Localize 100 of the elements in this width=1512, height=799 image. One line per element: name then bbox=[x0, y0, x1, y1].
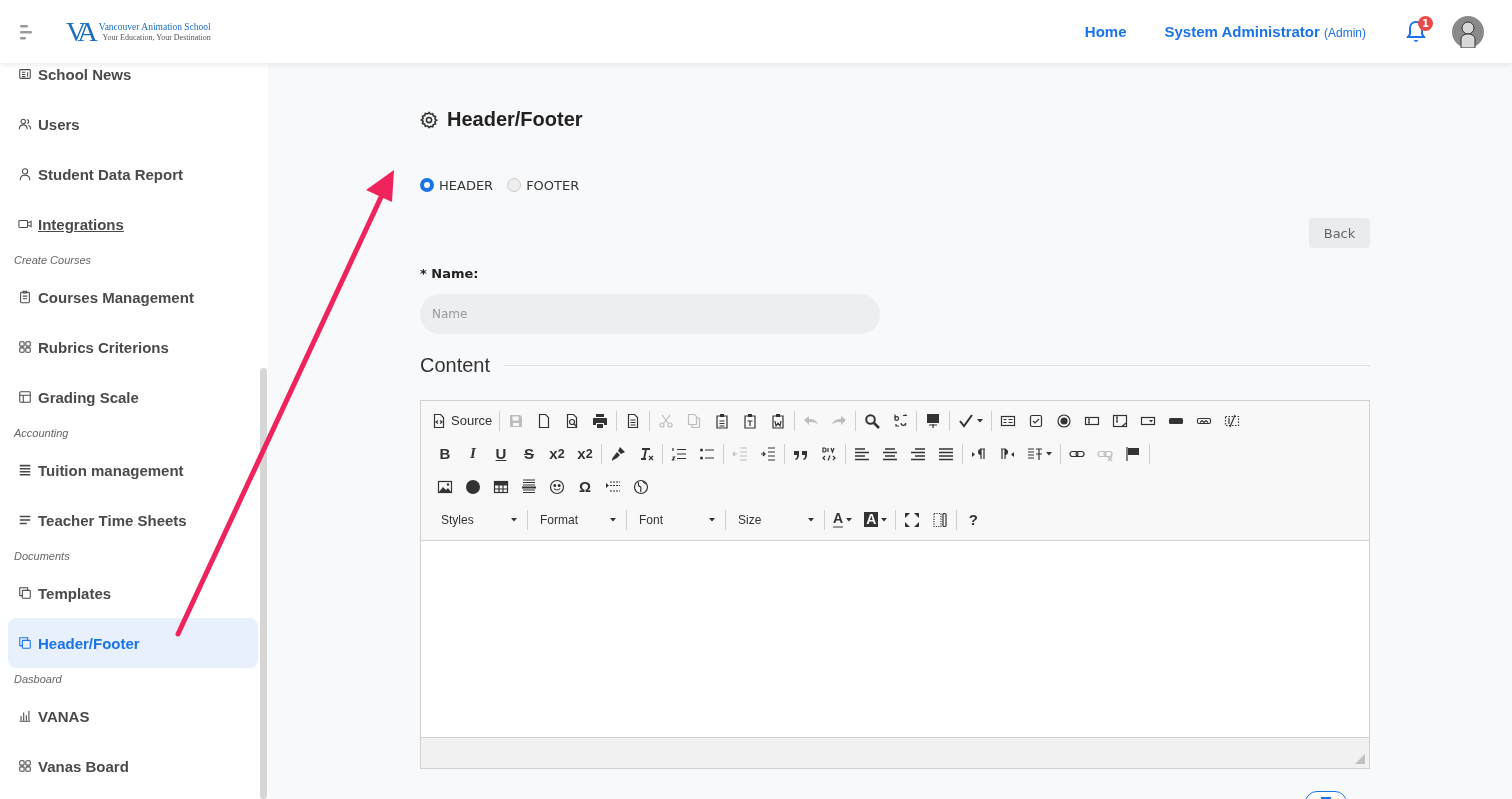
menu-icon[interactable] bbox=[20, 23, 32, 40]
caret-icon bbox=[846, 517, 853, 522]
sidebar-item[interactable]: Header/Footer bbox=[8, 618, 258, 668]
paragraph-left-icon bbox=[999, 445, 1015, 462]
user-menu-link[interactable]: System Administrator (Admin) bbox=[1164, 23, 1366, 40]
background-color-button[interactable]: A bbox=[858, 506, 894, 533]
image-icon bbox=[437, 478, 453, 495]
sidebar-item[interactable]: School News bbox=[8, 63, 258, 99]
name-field[interactable]: Name bbox=[420, 294, 880, 334]
logo-name: Vancouver Animation School bbox=[98, 21, 211, 33]
align-left-icon bbox=[854, 445, 870, 462]
language-icon bbox=[1027, 445, 1043, 462]
back-button[interactable]: Back bbox=[1309, 218, 1370, 248]
lines-icon bbox=[18, 513, 32, 527]
caret-icon bbox=[1046, 451, 1052, 456]
field-label: * Name: bbox=[420, 266, 480, 281]
dropdown[interactable]: Format bbox=[530, 506, 624, 533]
caret-icon bbox=[808, 517, 814, 522]
checkbox-icon bbox=[1028, 412, 1045, 429]
sidebar-item[interactable]: Teacher Time Sheets bbox=[8, 495, 258, 545]
grid-icon bbox=[18, 340, 32, 354]
sidebar-item[interactable]: Grading Scale bbox=[8, 372, 258, 422]
page-title: Header/Footer bbox=[447, 108, 583, 131]
dropdown[interactable]: Size bbox=[728, 506, 822, 533]
search-icon bbox=[864, 412, 881, 429]
align-center-icon bbox=[882, 445, 898, 462]
table-icon bbox=[493, 478, 509, 495]
horizontal-rule-icon bbox=[521, 478, 537, 495]
maximize-icon bbox=[904, 511, 921, 528]
justify-icon bbox=[938, 445, 954, 462]
text-color-button[interactable]: A bbox=[827, 506, 859, 533]
format-button[interactable]: ? bbox=[959, 506, 988, 533]
sidebar-item[interactable]: Users bbox=[8, 99, 258, 149]
radio-option[interactable]: HEADER bbox=[420, 177, 494, 193]
clipboard-word-icon bbox=[770, 412, 787, 429]
caret-icon bbox=[977, 418, 984, 423]
section-heading: Content bbox=[420, 353, 491, 377]
page-break-icon bbox=[605, 478, 621, 495]
stacked-lines-icon bbox=[18, 463, 32, 477]
format-button[interactable]: I bbox=[459, 440, 487, 467]
format-button[interactable]: Ω bbox=[571, 473, 599, 500]
caret-icon bbox=[709, 517, 715, 522]
copy-pages-icon bbox=[18, 636, 32, 650]
div-block-icon bbox=[821, 445, 837, 462]
resize-grip-icon[interactable] bbox=[1355, 754, 1365, 764]
avatar[interactable] bbox=[1452, 15, 1484, 48]
paintbrush-icon bbox=[610, 445, 626, 462]
printer-icon bbox=[592, 412, 609, 429]
source-button[interactable]: Source bbox=[431, 407, 498, 434]
sidebar-item[interactable]: Tuition management bbox=[8, 445, 258, 495]
settings-icon bbox=[420, 110, 438, 129]
indent-icon bbox=[760, 445, 776, 462]
sidebar-item[interactable]: Student Data Report bbox=[8, 149, 258, 199]
flag-icon bbox=[1125, 445, 1141, 462]
bar-chart-icon bbox=[18, 709, 32, 723]
sidebar-item[interactable]: VANAS bbox=[8, 691, 258, 741]
video-camera-icon bbox=[18, 217, 32, 231]
caret-icon bbox=[610, 517, 616, 522]
sidebar-item[interactable]: Rubrics Criterions bbox=[8, 322, 258, 372]
sidebar-item[interactable]: Vanas Board bbox=[8, 741, 258, 791]
newspaper-icon bbox=[18, 67, 32, 81]
globe-icon bbox=[633, 478, 649, 495]
numbered-list-icon bbox=[671, 445, 687, 462]
clipboard-icon bbox=[714, 412, 731, 429]
sidebar-item[interactable]: Templates bbox=[8, 568, 258, 618]
home-link[interactable]: Home bbox=[1084, 23, 1127, 40]
sidebar-item[interactable]: Courses Management bbox=[8, 272, 258, 322]
show-blocks-icon bbox=[932, 511, 949, 528]
caret-icon bbox=[881, 517, 888, 522]
copy-icon bbox=[686, 412, 703, 429]
notification-badge: 1 bbox=[1418, 15, 1433, 31]
clipboard-list-icon bbox=[18, 290, 32, 304]
align-right-icon bbox=[910, 445, 926, 462]
outdent-icon bbox=[732, 445, 748, 462]
textarea-icon bbox=[1112, 412, 1129, 429]
layout-icon bbox=[18, 390, 32, 404]
section-label: Create Courses bbox=[13, 253, 93, 268]
format-button[interactable]: B bbox=[431, 440, 459, 467]
sidebar-item[interactable]: Integrations bbox=[8, 199, 258, 249]
section-label: Dasboard bbox=[13, 672, 63, 687]
dropdown[interactable]: Styles bbox=[431, 506, 525, 533]
clipboard-text-icon bbox=[742, 412, 759, 429]
users-icon bbox=[18, 117, 32, 131]
dropdown[interactable]: Font bbox=[629, 506, 723, 533]
remove-format-icon bbox=[638, 445, 654, 462]
format-button[interactable]: U bbox=[487, 440, 515, 467]
scissors-icon bbox=[658, 412, 675, 429]
section-label: Documents bbox=[13, 549, 71, 564]
radio-option[interactable]: FOOTER bbox=[507, 177, 580, 193]
code-page-icon bbox=[431, 412, 447, 429]
caret-icon bbox=[511, 517, 517, 522]
logo-tagline: Your Education, Your Destination bbox=[102, 32, 211, 42]
format-button[interactable]: S bbox=[515, 440, 543, 467]
smiley-icon bbox=[549, 478, 565, 495]
scrollbar[interactable] bbox=[260, 368, 267, 799]
user-icon bbox=[18, 167, 32, 181]
hidden-field-icon bbox=[1224, 412, 1241, 429]
section-label: Accounting bbox=[12, 426, 70, 441]
spellcheck-icon bbox=[958, 412, 975, 429]
copy-pages-icon bbox=[18, 586, 32, 600]
